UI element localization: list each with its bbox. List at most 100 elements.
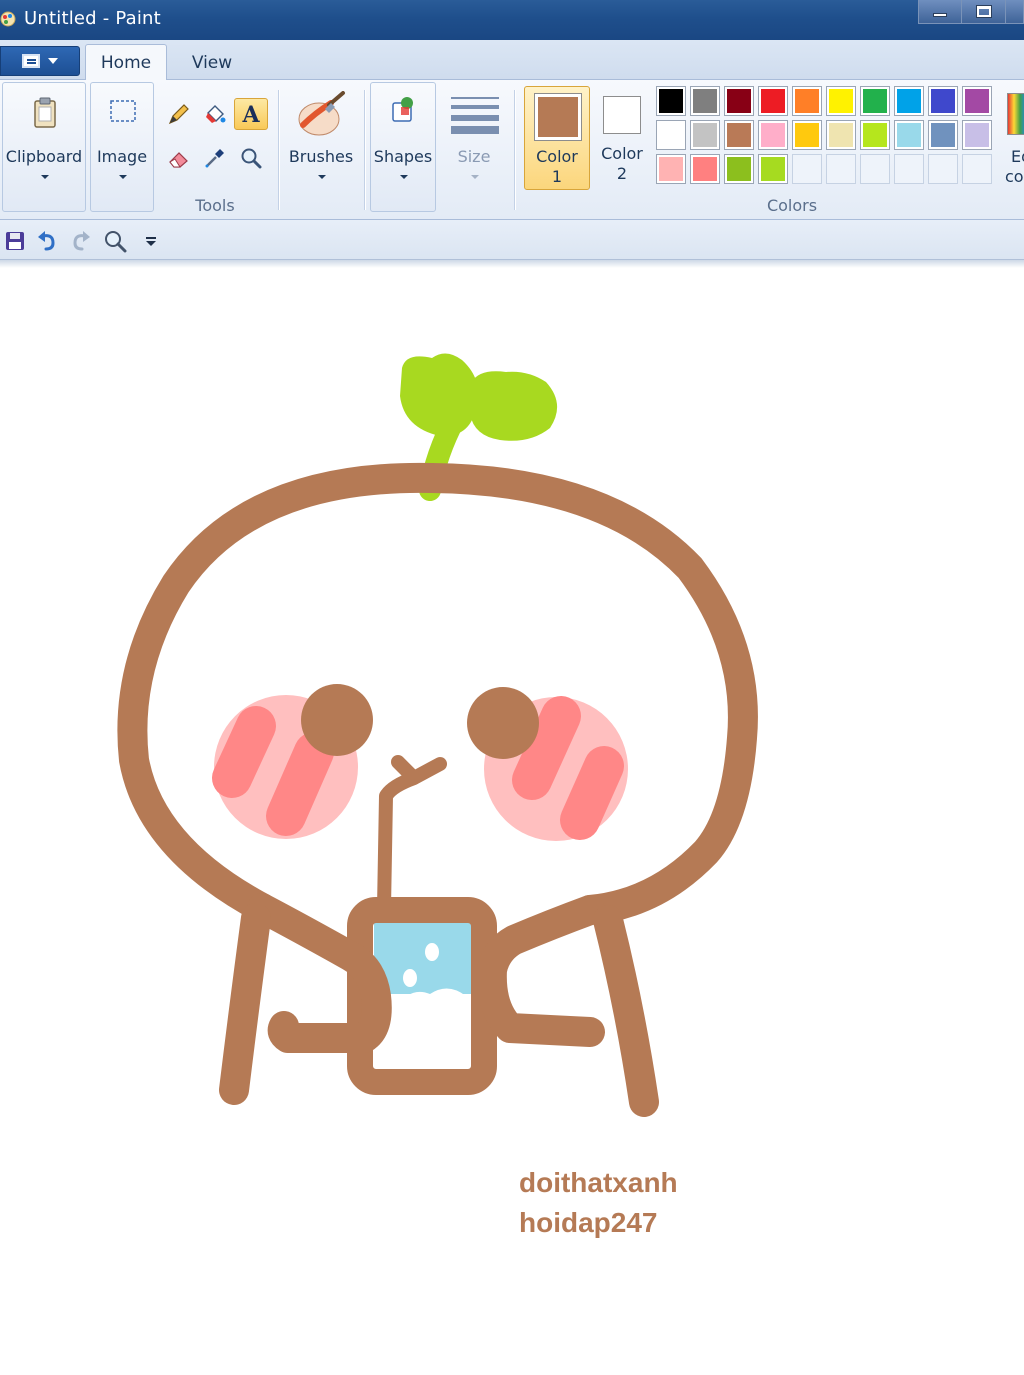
color-picker-tool[interactable] [198,142,232,174]
palette-color-swatch[interactable] [894,120,924,150]
undo-button[interactable] [34,228,60,254]
palette-color-swatch[interactable] [724,154,754,184]
palette-color-swatch[interactable] [656,86,686,116]
window-controls [918,0,1024,24]
chevron-down-icon [471,175,479,179]
palette-color-swatch[interactable] [656,154,686,184]
swatch-fill [897,123,921,147]
palette-color-swatch[interactable] [724,86,754,116]
palette-color-swatch[interactable] [860,86,890,116]
eraser-tool[interactable] [162,142,196,174]
ribbon-separator [278,90,279,210]
save-button[interactable] [2,228,28,254]
title-bar: Untitled - Paint [0,0,1024,40]
ribbon-separator [514,90,515,210]
swatch-fill [659,157,683,181]
canvas-top-shadow [0,260,1024,268]
zoom-button[interactable] [102,228,128,254]
paint-menu-icon [22,54,40,68]
chevron-down-icon [48,58,58,64]
shapes-button[interactable]: Shapes [370,82,436,212]
right-body-line [593,905,659,1117]
palette-color-swatch[interactable] [656,120,686,150]
palette-color-swatch[interactable] [758,120,788,150]
redo-icon [73,231,90,251]
palette-custom-slot[interactable] [826,154,856,184]
cup-water [374,922,472,994]
color1-swatch [538,97,578,137]
palette-color-swatch[interactable] [826,86,856,116]
right-arm [476,895,605,1047]
chevron-down-icon [119,175,127,179]
paint-menu-button[interactable] [0,46,80,76]
maximize-button[interactable] [962,0,1006,24]
brushes-label: Brushes [288,147,354,166]
color1-chip [534,93,582,141]
shapes-label: Shapes [373,147,433,166]
palette-custom-slot[interactable] [792,154,822,184]
zoom-icon [105,231,127,253]
palette-custom-slot[interactable] [928,154,958,184]
palette-color-swatch[interactable] [894,86,924,116]
palette-color-swatch[interactable] [758,154,788,184]
brush-icon [298,91,345,136]
right-eye [467,687,539,759]
swatch-fill [795,89,819,113]
palette-color-swatch[interactable] [860,120,890,150]
ribbon-separator [364,90,365,210]
pencil-tool[interactable] [162,98,196,130]
tab-home[interactable]: Home [85,44,167,81]
paint-bucket-icon [206,105,226,123]
svg-text:A: A [241,102,260,127]
brushes-button[interactable]: Brushes [284,82,358,212]
text-a-icon: A [241,102,260,127]
maximize-icon [975,5,992,18]
palette-color-swatch[interactable] [690,154,720,184]
swatch-fill [693,157,717,181]
palette-custom-slot[interactable] [860,154,890,184]
magnifier-tool[interactable] [234,142,268,174]
chevron-down-icon [400,175,408,179]
swatch-fill [829,123,853,147]
magnifier-icon [241,148,262,169]
palette-custom-slot[interactable] [962,154,992,184]
palette-color-swatch[interactable] [826,120,856,150]
color1-button[interactable]: Color 1 [524,86,590,190]
redo-button[interactable] [68,228,94,254]
color2-button[interactable] [603,96,641,134]
palette-color-swatch[interactable] [928,120,958,150]
palette-color-swatch[interactable] [792,86,822,116]
canvas-text-line-2: hoidap247 [519,1207,658,1238]
edit-colors-button[interactable]: Ed co [1000,82,1024,212]
eraser-icon [169,152,188,168]
paint-app-icon [0,11,16,27]
minimize-button[interactable] [918,0,962,24]
palette-color-swatch[interactable] [690,120,720,150]
clipboard-button[interactable]: Clipboard [2,82,86,212]
tab-view[interactable]: View [172,44,252,81]
text-tool[interactable]: A [234,98,268,130]
palette-color-swatch[interactable] [792,120,822,150]
palette-color-swatch[interactable] [690,86,720,116]
palette-custom-slot[interactable] [894,154,924,184]
swatch-fill [727,123,751,147]
fill-tool[interactable] [198,98,232,130]
chevron-down-icon [318,175,326,179]
color1-label: Color [536,147,578,166]
color2-label: Color [601,144,643,163]
customize-toolbar-button[interactable] [138,228,164,254]
close-button[interactable] [1006,0,1024,24]
image-button[interactable]: Image [90,82,154,212]
palette-color-swatch[interactable] [962,86,992,116]
drawing-canvas[interactable]: doithatxanh hoidap247 [0,268,1024,1375]
palette-color-swatch[interactable] [928,86,958,116]
colors-group-label: Colors [766,196,818,215]
palette-color-swatch[interactable] [962,120,992,150]
save-icon [6,232,24,250]
swatch-fill [965,89,989,113]
palette-color-swatch[interactable] [724,120,754,150]
swatch-fill [761,89,785,113]
palette-color-swatch[interactable] [758,86,788,116]
line-size-icon [451,97,499,134]
left-eye [301,684,373,756]
